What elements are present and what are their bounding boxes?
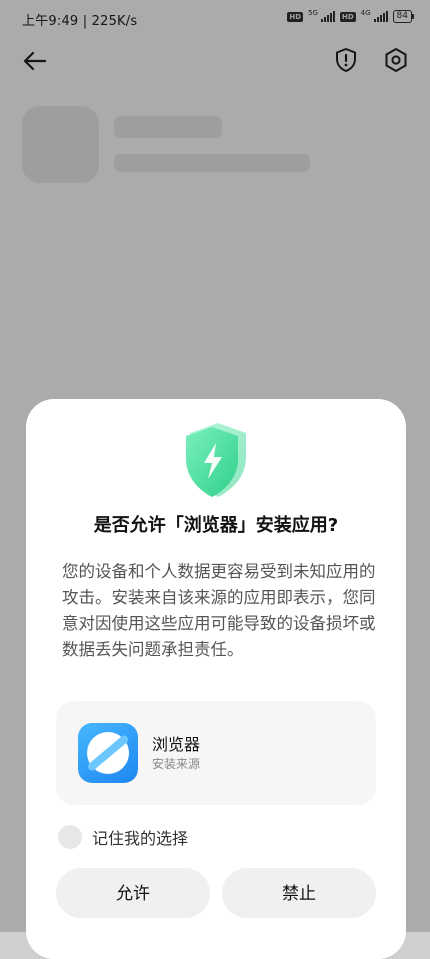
remember-choice-toggle[interactable]: 记住我的选择 <box>58 824 188 850</box>
dialog-title: 是否允许「浏览器」安装应用? <box>93 515 339 536</box>
source-app-subtitle: 安装来源 <box>152 757 201 771</box>
remember-choice-label: 记住我的选择 <box>92 829 189 848</box>
shield-lightning-icon <box>186 423 246 497</box>
allow-button[interactable]: 允许 <box>56 868 210 918</box>
deny-button[interactable]: 禁止 <box>222 868 376 918</box>
remember-checkbox[interactable] <box>58 825 82 849</box>
source-app-name: 浏览器 <box>152 735 201 754</box>
browser-app-icon <box>78 723 138 783</box>
source-app-card: 浏览器 安装来源 <box>56 701 376 805</box>
dialog-warning-text: 您的设备和个人数据更容易受到未知应用的攻击。安装来自该来源的应用即表示，您同意对… <box>62 562 376 659</box>
install-permission-dialog: 是否允许「浏览器」安装应用? 您的设备和个人数据更容易受到未知应用的攻击。安装来… <box>26 399 406 959</box>
